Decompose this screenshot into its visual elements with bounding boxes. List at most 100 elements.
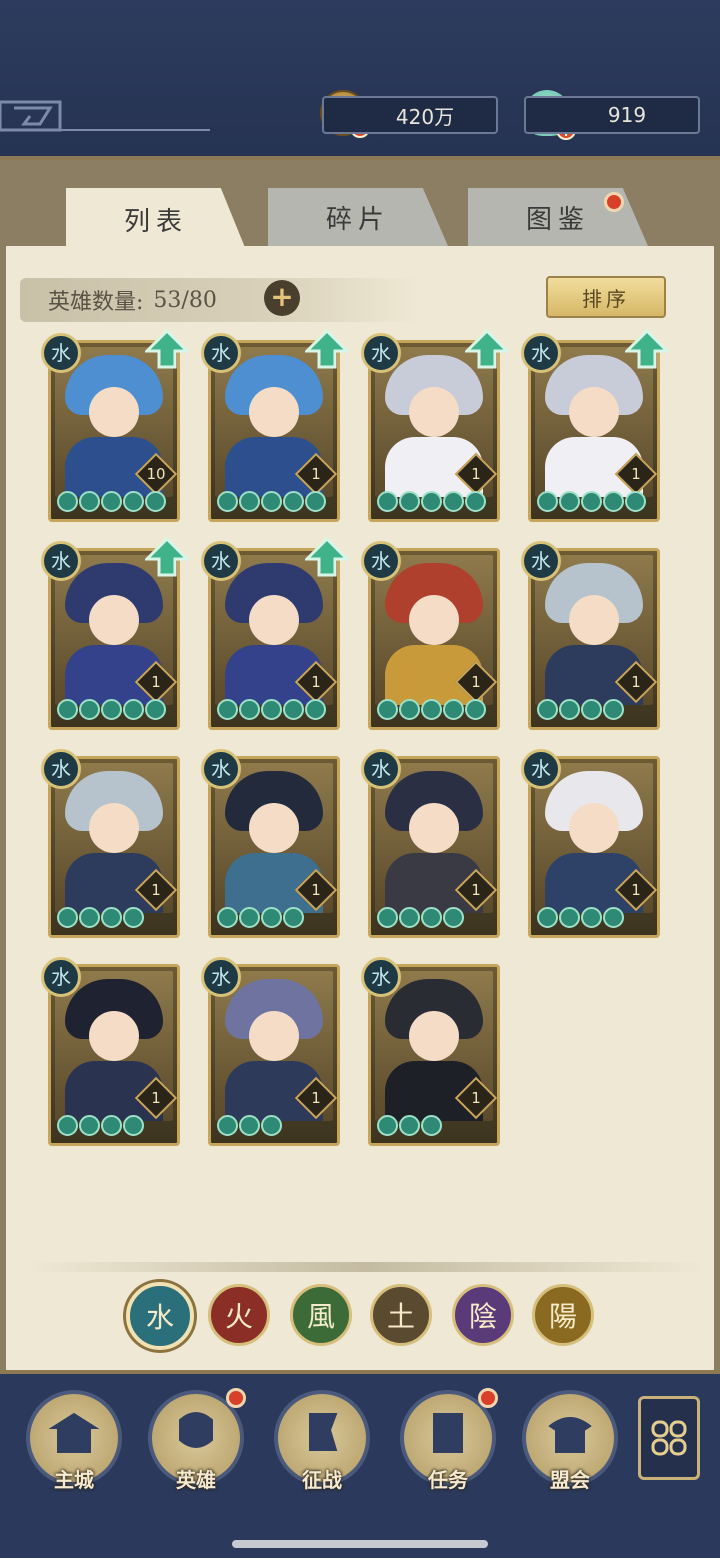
jade-star-icon	[537, 907, 558, 928]
hero-level: 1	[471, 465, 481, 483]
element-filter-earth[interactable]: 土	[370, 1284, 432, 1346]
home-indicator[interactable]	[232, 1540, 488, 1548]
hero-card[interactable]: 水1	[361, 541, 500, 730]
hero-card[interactable]: 水1	[521, 541, 660, 730]
jade-star-icon	[465, 699, 486, 720]
jade-star-icon	[559, 699, 580, 720]
jade-star-icon	[377, 699, 398, 720]
jade-star-icon	[305, 699, 326, 720]
water-element-icon: 水	[41, 333, 81, 373]
star-rating	[57, 699, 166, 723]
hero-card[interactable]: 水1	[361, 957, 500, 1146]
hero-card[interactable]: 水1	[201, 957, 340, 1146]
tab-codex[interactable]: 图鉴	[468, 188, 648, 246]
star-rating	[57, 1115, 144, 1139]
jade-star-icon	[239, 491, 260, 512]
hero-card[interactable]: 水1	[201, 749, 340, 938]
star-rating	[57, 491, 166, 515]
star-rating	[377, 1115, 442, 1139]
jade-star-icon	[559, 491, 580, 512]
water-element-icon: 水	[361, 749, 401, 789]
jade-star-icon	[261, 1115, 282, 1136]
jade-star-icon	[57, 907, 78, 928]
element-filter-wind[interactable]: 風	[290, 1284, 352, 1346]
hero-card[interactable]: 水1	[361, 329, 509, 522]
jade-star-icon	[581, 699, 602, 720]
water-element-icon: 水	[361, 541, 401, 581]
water-element-icon: 水	[41, 749, 81, 789]
hero-card[interactable]: 水1	[521, 749, 660, 938]
hero-card[interactable]: 水1	[41, 537, 189, 730]
element-filter-fire[interactable]: 火	[208, 1284, 270, 1346]
yang-element-icon: 陽	[548, 1300, 577, 1333]
hero-level: 1	[151, 1089, 161, 1107]
jade-star-icon	[377, 907, 398, 928]
coin-amount: 420万	[395, 104, 455, 129]
jade-star-icon	[101, 907, 122, 928]
tab-fragments[interactable]: 碎片	[268, 188, 448, 246]
hero-level: 1	[471, 1089, 481, 1107]
hero-face	[249, 803, 299, 853]
yin-element-icon: 陰	[468, 1300, 497, 1333]
hero-level: 1	[151, 673, 161, 691]
element-filter-yang[interactable]: 陽	[532, 1284, 594, 1346]
wind-element-icon: 風	[306, 1300, 335, 1333]
hero-card[interactable]: 水1	[201, 537, 349, 730]
star-rating	[377, 907, 464, 931]
hero-face	[569, 803, 619, 853]
hero-face	[409, 595, 459, 645]
more-menu-button[interactable]	[638, 1396, 700, 1480]
jade-star-icon	[123, 907, 144, 928]
hero-level: 1	[631, 673, 641, 691]
hero-card[interactable]: 水1	[521, 329, 669, 522]
ink-mountain-divider	[26, 1262, 706, 1272]
fire-element-icon: 火	[224, 1300, 253, 1333]
hero-card[interactable]: 水1	[41, 957, 180, 1146]
hero-level: 1	[471, 881, 481, 899]
jade-star-icon	[443, 907, 464, 928]
element-filter-yin[interactable]: 陰	[452, 1284, 514, 1346]
jade-star-icon	[123, 699, 144, 720]
nav-label: 英雄	[176, 1468, 216, 1492]
hero-face	[89, 1011, 139, 1061]
jade-star-icon	[101, 1115, 122, 1136]
jade-star-icon	[421, 491, 442, 512]
hero-face	[249, 1011, 299, 1061]
jade-star-icon	[101, 491, 122, 512]
jade-star-icon	[145, 699, 166, 720]
jade-star-icon	[239, 699, 260, 720]
jade-star-icon	[581, 491, 602, 512]
hero-card[interactable]: 水1	[361, 749, 500, 938]
hero-card[interactable]: 水1	[201, 329, 349, 522]
jade-star-icon	[79, 907, 100, 928]
jade-star-icon	[239, 907, 260, 928]
jade-star-icon	[79, 1115, 100, 1136]
jade-balance: 919	[524, 96, 700, 134]
hero-card[interactable]: 水1	[41, 749, 180, 938]
star-rating	[217, 1115, 282, 1139]
tab-fragments-label: 碎片	[325, 204, 390, 235]
hero-level: 1	[311, 881, 321, 899]
upgrade-arrow-icon	[145, 329, 189, 369]
jade-star-icon	[217, 491, 238, 512]
jade-star-icon	[261, 699, 282, 720]
water-element-icon: 水	[201, 957, 241, 997]
jade-star-icon	[239, 1115, 260, 1136]
jade-star-icon	[217, 907, 238, 928]
hero-level: 1	[631, 465, 641, 483]
tab-list[interactable]: 列表	[66, 188, 246, 250]
star-rating	[217, 907, 304, 931]
jade-star-icon	[57, 1115, 78, 1136]
scroll-task-icon	[433, 1413, 463, 1453]
jade-star-icon	[625, 491, 646, 512]
hero-card[interactable]: 水 10	[41, 329, 189, 522]
element-filter-water[interactable]: 水	[126, 1282, 194, 1350]
upgrade-arrow-icon	[465, 329, 509, 369]
hero-face	[89, 803, 139, 853]
jade-star-icon	[283, 491, 304, 512]
notification-dot	[604, 192, 624, 212]
upgrade-arrow-icon	[625, 329, 669, 369]
hero-level: 1	[471, 673, 481, 691]
hero-face	[249, 595, 299, 645]
notification-dot	[226, 1388, 246, 1408]
